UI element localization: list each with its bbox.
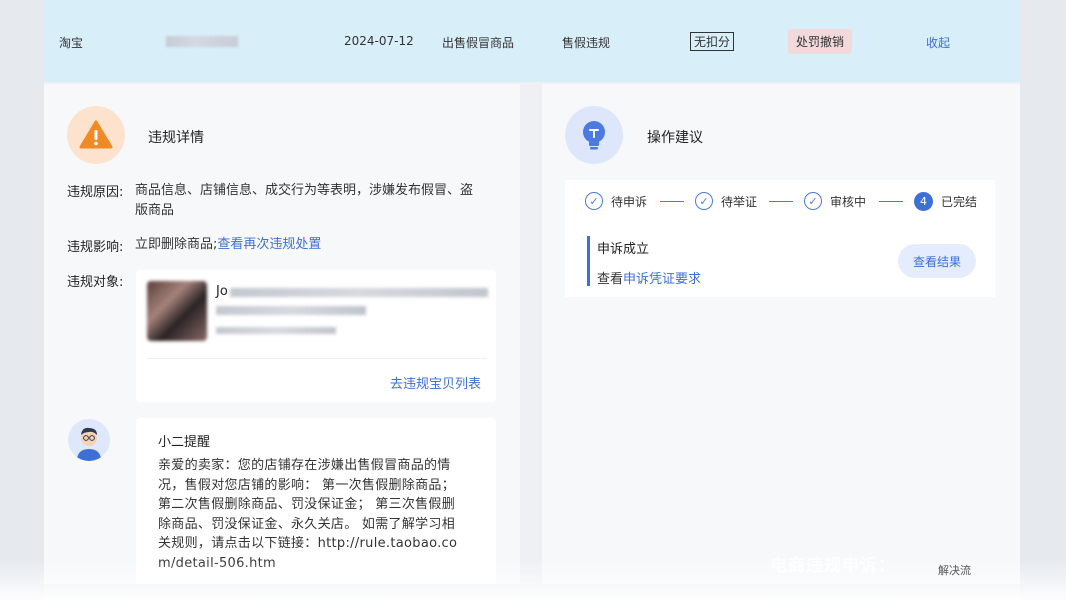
step-connector [879,201,903,202]
background-left [0,0,44,600]
step-label: 待举证 [721,194,758,209]
result-title: 申诉成立 [597,242,650,257]
reminder-line: 除商品、罚没保证金、永久关店。 如需了解学习相 [158,516,456,532]
status-badge: 处罚撤销 [788,29,853,54]
violation-record-row: 淘宝 2024-07-12 出售假冒商品 售假违规 无扣分 处罚撤销 收起 [44,0,1020,82]
reminder-text: 亲爱的卖家：您的店铺存在涉嫌出售假冒商品的情 况，售假对您店铺的影响： 第一次售… [158,456,484,573]
reason-label: 违规原因: [67,185,124,200]
step-number: 4 [914,192,933,211]
product-divider [147,358,487,359]
product-name[interactable]: Jo [216,284,228,299]
reminder-line: 关规则，请点击以下链接：http://rule.taobao.co [158,536,458,551]
step-review: ✓ 审核中 [804,192,866,210]
repeat-violation-link[interactable]: 查看再次违规处置 [217,237,321,252]
watermark-text: 电商违规申诉： [770,556,896,576]
impact-text: 立即删除商品; [135,237,218,252]
platform-label: 淘宝 [59,36,84,50]
violation-type: 出售假冒商品 [442,36,515,50]
lightbulb-icon [565,106,623,164]
step-label: 已完结 [941,195,978,209]
store-name-blurred [166,36,238,47]
deduction-badge: 无扣分 [690,32,735,51]
step-completed: 4 已完结 [914,192,977,211]
background-right [1020,0,1066,600]
reason-value: 商品信息、店铺信息、成交行为等表明，涉嫌发布假冒、盗 版商品 [135,181,505,221]
product-name-blurred [230,288,488,297]
impact-label: 违规影响: [67,240,124,255]
product-desc-blurred [216,306,366,315]
check-circle-icon: ✓ [585,192,603,210]
suggestions-title: 操作建议 [647,130,703,146]
reminder-line: 第二次售假删除商品、罚没保证金； 第三次售假删 [158,497,456,512]
target-label: 违规对象: [67,275,124,290]
step-label: 待申诉 [611,194,648,209]
warning-icon [67,106,125,164]
evidence-requirements-link[interactable]: 申诉凭证要求 [623,272,701,287]
reason-value-line1: 商品信息、店铺信息、成交行为等表明，涉嫌发布假冒、盗 [135,183,474,198]
check-circle-icon: ✓ [804,192,822,210]
step-label: 审核中 [830,194,867,209]
product-meta-blurred [216,327,336,334]
violating-items-link[interactable]: 去违规宝贝列表 [390,373,481,392]
record-date: 2024-07-12 [344,34,414,48]
product-thumbnail[interactable] [147,281,207,341]
step-connector [769,201,793,202]
reminder-title: 小二提醒 [158,435,211,450]
violation-category: 售假违规 [562,36,611,50]
violation-details-title: 违规详情 [148,130,204,146]
bottom-fade-overlay [0,560,1066,600]
view-result-button[interactable]: 查看结果 [898,244,976,278]
check-circle-icon: ✓ [695,192,713,210]
reminder-line: 况，售假对您店铺的影响： 第一次售假删除商品； [158,477,456,493]
result-accent-bar [587,236,590,286]
result-prefix: 查看 [597,272,624,287]
reason-value-line2: 版商品 [135,203,175,218]
corner-overlay-text: 解决流 [938,564,971,577]
step-appeal: ✓ 待申诉 [585,192,647,210]
step-connector [660,201,684,202]
step-evidence: ✓ 待举证 [695,192,757,210]
collapse-link[interactable]: 收起 [926,34,950,51]
impact-value: 立即删除商品;查看再次违规处置 [135,235,321,255]
reminder-line: 亲爱的卖家：您的店铺存在涉嫌出售假冒商品的情 [158,458,451,473]
avatar-icon [68,419,110,461]
result-subtitle: 查看申诉凭证要求 [597,268,701,287]
